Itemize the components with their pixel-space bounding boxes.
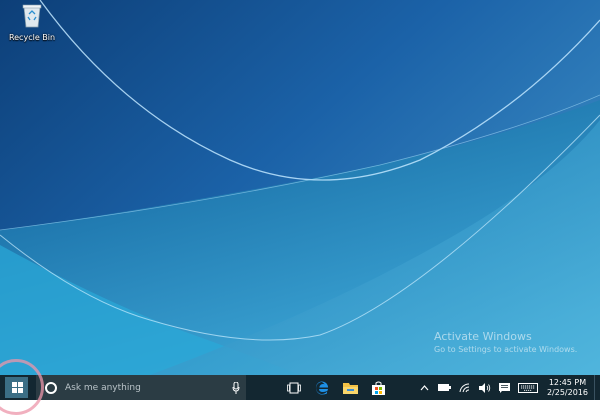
desktop-icon-label: Recycle Bin [8, 33, 56, 42]
volume-icon [478, 382, 491, 393]
volume-button[interactable] [475, 375, 495, 400]
battery-button[interactable] [435, 375, 455, 400]
search-box[interactable]: Ask me anything [36, 375, 246, 400]
cortana-icon [45, 381, 57, 394]
chevron-up-icon [421, 384, 429, 390]
activate-windows-watermark: Activate Windows Go to Settings to activ… [434, 330, 577, 354]
desktop-icon-recycle-bin[interactable]: Recycle Bin [4, 2, 60, 42]
keyboard-icon [517, 382, 538, 393]
network-button[interactable] [455, 375, 475, 400]
taskbar: Ask me anything 12:45 PM 2/25/2016 [0, 359, 600, 415]
edge-button[interactable] [308, 375, 336, 400]
action-center-icon [499, 382, 511, 393]
edge-icon [315, 380, 328, 395]
task-view-button[interactable] [280, 375, 308, 400]
wallpaper [0, 0, 600, 375]
task-view-icon [287, 382, 301, 393]
store-button[interactable] [364, 375, 392, 400]
show-hidden-icons-button[interactable] [415, 375, 435, 400]
file-explorer-icon [342, 383, 358, 394]
system-tray: 12:45 PM 2/25/2016 [415, 375, 600, 400]
show-desktop-button[interactable] [594, 375, 600, 400]
clock-time: 12:45 PM [548, 377, 587, 387]
watermark-title: Activate Windows [434, 330, 532, 343]
store-icon [371, 381, 385, 395]
recycle-bin-icon [22, 4, 42, 28]
touch-keyboard-button[interactable] [515, 375, 541, 400]
battery-icon [438, 384, 452, 391]
file-explorer-button[interactable] [336, 375, 364, 400]
watermark-subtitle: Go to Settings to activate Windows. [434, 345, 578, 354]
windows-logo-icon [11, 382, 23, 393]
start-button[interactable] [0, 359, 44, 415]
desktop[interactable]: Recycle Bin Activate Windows Go to Setti… [0, 0, 600, 375]
search-placeholder: Ask me anything [65, 382, 141, 393]
wifi-icon [459, 382, 470, 392]
clock[interactable]: 12:45 PM 2/25/2016 [541, 378, 594, 398]
clock-date: 2/25/2016 [546, 387, 588, 397]
microphone-icon[interactable] [232, 381, 240, 394]
action-center-button[interactable] [495, 375, 515, 400]
